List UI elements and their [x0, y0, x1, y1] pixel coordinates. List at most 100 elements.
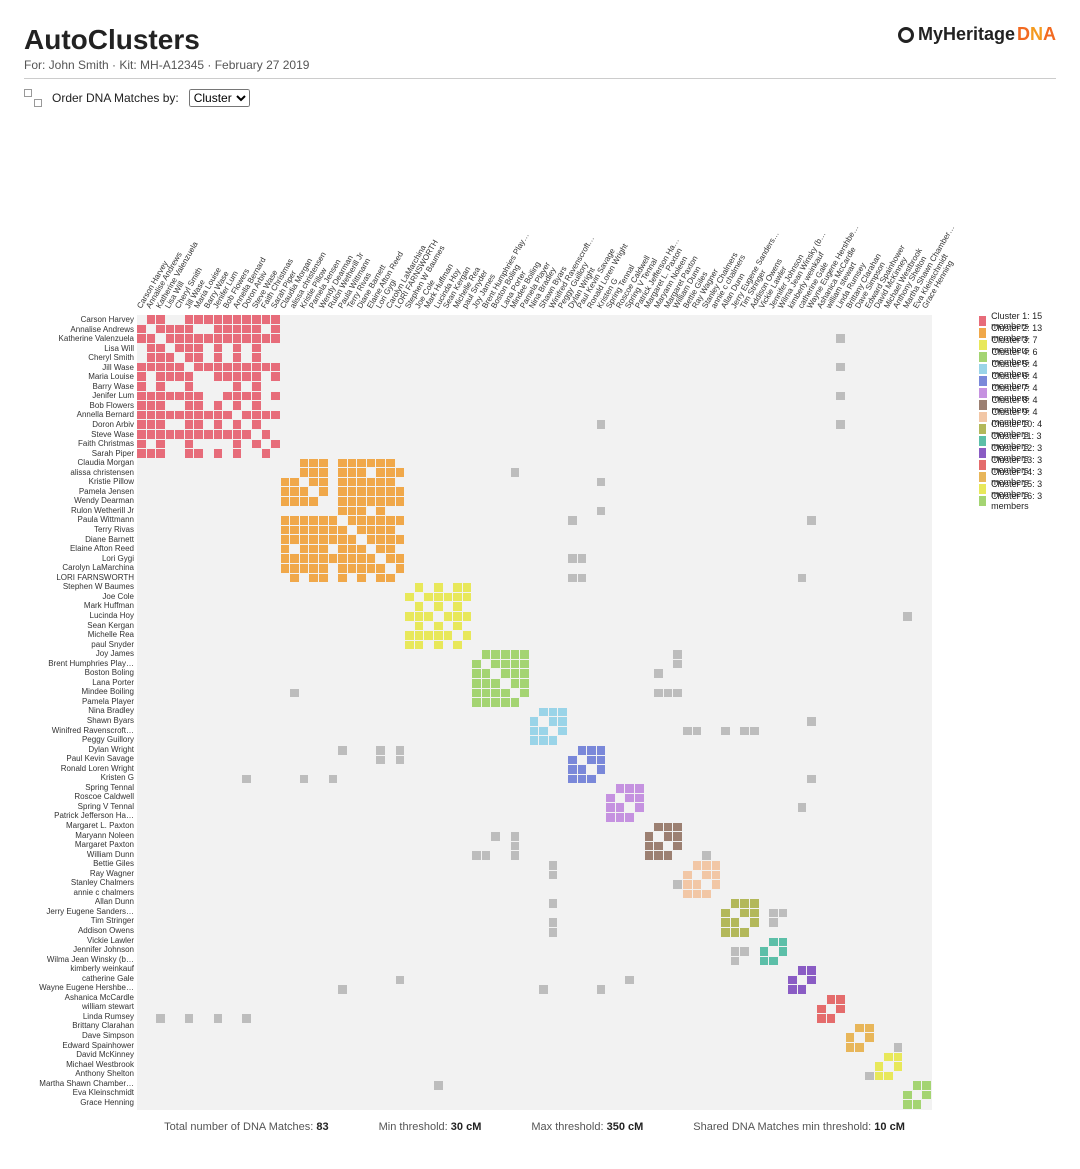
matrix-cell — [329, 775, 338, 784]
matrix-cell — [558, 717, 567, 726]
matrix-cell — [568, 554, 577, 563]
matrix-cell — [348, 554, 357, 563]
matrix-cell — [271, 315, 280, 324]
matrix-cell — [156, 363, 165, 372]
matrix-cell — [625, 813, 634, 822]
matrix-cell — [252, 334, 261, 343]
matrix-cell — [836, 1005, 845, 1014]
matrix-cell — [367, 516, 376, 525]
matrix-cell — [233, 392, 242, 401]
matrix-cell — [185, 411, 194, 420]
matrix-cell — [348, 535, 357, 544]
matrix-cell — [137, 363, 146, 372]
matrix-cell — [376, 478, 385, 487]
y-label: Jerry Eugene Sanders… — [24, 907, 134, 917]
y-label: paul Snyder — [24, 640, 134, 650]
legend-swatch — [979, 424, 986, 434]
matrix-cell — [300, 516, 309, 525]
y-label: Shawn Byars — [24, 716, 134, 726]
y-label: Michael Westbrook — [24, 1060, 134, 1070]
matrix-cell — [472, 689, 481, 698]
matrix-cell — [760, 947, 769, 956]
y-label: Peggy Guillory — [24, 735, 134, 745]
matrix-cell — [242, 411, 251, 420]
matrix-cell — [271, 392, 280, 401]
matrix-cell — [281, 564, 290, 573]
matrix-cell — [271, 325, 280, 334]
matrix-cell — [166, 353, 175, 362]
matrix-cell — [453, 622, 462, 631]
matrix-cell — [214, 420, 223, 429]
matrix-cell — [434, 622, 443, 631]
matrix-cell — [137, 392, 146, 401]
matrix-cell — [396, 468, 405, 477]
y-label: LORI FARNSWORTH — [24, 573, 134, 583]
matrix-cell — [357, 497, 366, 506]
matrix-cell — [654, 669, 663, 678]
order-by-select[interactable]: Cluster — [189, 89, 250, 107]
matrix-cell — [185, 353, 194, 362]
legend-item: Cluster 16: 3 members — [979, 495, 1056, 507]
matrix-cell — [913, 1100, 922, 1109]
matrix-cell — [367, 487, 376, 496]
matrix-cell — [185, 430, 194, 439]
matrix-cell — [396, 554, 405, 563]
y-label: Roscoe Caldwell — [24, 792, 134, 802]
y-label: Grace Henning — [24, 1098, 134, 1108]
matrix-cell — [415, 631, 424, 640]
y-label: Rulon Wetherill Jr — [24, 506, 134, 516]
matrix-cell — [386, 468, 395, 477]
matrix-cell — [530, 736, 539, 745]
matrix-cell — [156, 353, 165, 362]
matrix-cell — [367, 554, 376, 563]
matrix-cell — [434, 1081, 443, 1090]
matrix-cell — [233, 363, 242, 372]
matrix-cell — [367, 478, 376, 487]
matrix-cell — [175, 344, 184, 353]
matrix-cell — [702, 871, 711, 880]
matrix-cell — [262, 315, 271, 324]
matrix-cell — [472, 851, 481, 860]
matrix-cell — [166, 325, 175, 334]
matrix-cell — [290, 497, 299, 506]
y-label: Lucinda Hoy — [24, 611, 134, 621]
matrix-cell — [568, 516, 577, 525]
matrix-cell — [137, 430, 146, 439]
matrix-cell — [798, 985, 807, 994]
matrix-cell — [338, 459, 347, 468]
y-label: Maryann Noleen — [24, 831, 134, 841]
matrix-cell — [338, 468, 347, 477]
matrix-cell — [137, 420, 146, 429]
y-label: Wilma Jean Winsky (b… — [24, 955, 134, 965]
matrix-cell — [309, 545, 318, 554]
matrix-cell — [147, 401, 156, 410]
matrix-cell — [807, 516, 816, 525]
matrix-cell — [242, 315, 251, 324]
matrix-cell — [434, 602, 443, 611]
matrix-cell — [338, 507, 347, 516]
matrix-cell — [271, 440, 280, 449]
y-label: Ronald Loren Wright — [24, 764, 134, 774]
matrix-cell — [376, 574, 385, 583]
matrix-cell — [233, 420, 242, 429]
matrix-cell — [673, 880, 682, 889]
matrix-cell — [271, 363, 280, 372]
matrix-cell — [271, 411, 280, 420]
matrix-cell — [319, 554, 328, 563]
matrix-cell — [290, 487, 299, 496]
matrix-cell — [309, 497, 318, 506]
matrix-cell — [587, 775, 596, 784]
y-label: Jenifer Lum — [24, 391, 134, 401]
matrix-cell — [625, 784, 634, 793]
matrix-cell — [472, 669, 481, 678]
matrix-cell — [300, 564, 309, 573]
matrix-cell — [415, 583, 424, 592]
matrix-cell — [194, 392, 203, 401]
matrix-cell — [511, 679, 520, 688]
matrix-cell — [376, 459, 385, 468]
matrix-cell — [194, 420, 203, 429]
matrix-cell — [396, 497, 405, 506]
matrix-cell — [549, 708, 558, 717]
matrix-cell — [549, 918, 558, 927]
legend-swatch — [979, 448, 986, 458]
